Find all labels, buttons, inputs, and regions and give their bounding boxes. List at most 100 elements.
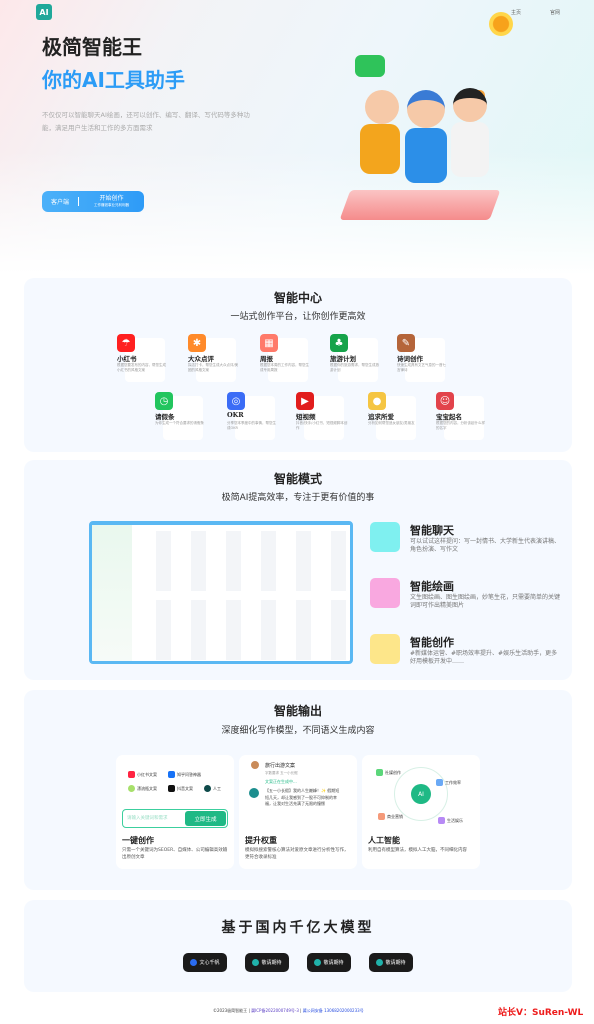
hero-cta: 客户端 开始创作 工作赚钱事业兄利利器	[42, 191, 144, 212]
start-creating-button[interactable]: 开始创作 工作赚钱事业兄利利器	[79, 195, 144, 209]
tool-name: 旅游计划	[330, 355, 356, 363]
section-title: 智能输出	[273, 704, 322, 718]
character-body	[360, 124, 400, 174]
card-title: 一键创作	[122, 836, 154, 845]
chip-douyin[interactable]: 抖音文案	[168, 785, 193, 792]
feature-desc: 文生图绘画、图生图绘画，妙笔生花，只需要简单的关键词即可作出精美图片	[410, 594, 561, 609]
calendar-icon: ▦	[260, 334, 278, 352]
tool-name: 大众点评	[188, 355, 214, 363]
section-title: 智能模式	[273, 472, 322, 486]
icp-link[interactable]: 冀ICP备2022000749号-3	[251, 1008, 299, 1013]
chat-tags: 字数要求 五一小长假	[265, 771, 298, 775]
tool-desc: 为你生成一个符合要求的请假条	[155, 421, 204, 425]
feature-title: 智能聊天	[410, 524, 454, 537]
section-title: 基于国内千亿大模型	[221, 920, 375, 936]
section-title: 智能中心	[273, 291, 322, 305]
hero-illustration	[339, 40, 505, 225]
tool-card[interactable]: ☺ 宝宝起名 根据您的内容，分析该起什么样的名字	[436, 392, 498, 440]
model-badge[interactable]: 敬请期待	[369, 953, 413, 972]
card-desc: 只需一个关键词为SEOER、自媒体、公司编辑高效输出原创文章	[122, 848, 228, 860]
nav-official-site[interactable]: 官网	[550, 9, 560, 16]
chat-bubble-icon	[355, 55, 385, 77]
start-sublabel: 工作赚钱事业兄利利器	[94, 202, 129, 207]
hero-subtitle: 你的AI工具助手	[42, 68, 185, 92]
app-logo[interactable]: AI	[36, 4, 52, 20]
character-body	[451, 122, 489, 177]
generate-button[interactable]: 立即生成	[185, 811, 226, 826]
tool-card[interactable]: ✱ 大众点评 探店打卡，帮您生成大众点评/美团的风格文案	[188, 334, 250, 382]
tool-card[interactable]: ♣ 旅游计划 根据你的旅游需求，帮您生成旅游计划	[330, 334, 392, 382]
chip-xiaohongshu[interactable]: 小红书文案	[128, 771, 157, 778]
ai-avatar	[249, 788, 259, 798]
section-subtitle: 深度细化写作模型，不同语义生成内容	[221, 726, 375, 736]
card-title: 人工智能	[368, 836, 400, 845]
preview-grid	[136, 531, 346, 591]
output-card-one-click: 小红书文案 知乎问答神器 漂流瓶文案 抖音文案 人工 请输入关键词和需求 立即生…	[116, 755, 234, 869]
tool-card[interactable]: ◷ 请假条 为你生成一个符合要求的请假条	[155, 392, 217, 440]
ai-node: 商业营销	[378, 813, 403, 820]
tool-desc: 分析如何帮您追女朋友/男朋友	[368, 421, 415, 425]
tool-name: OKR	[227, 411, 244, 419]
card-desc: 利用自有模型算法，模拟人工大脑，不同细化内容	[368, 848, 467, 853]
tool-card[interactable]: ◎ OKR 分享您本季度中的事情，帮您生成OKR	[227, 392, 289, 440]
tool-desc: 根据您要发布的内容，帮您生成小红书的风格文案	[117, 363, 166, 372]
character-head	[365, 90, 399, 124]
tool-card[interactable]: ☂ 小红书 根据您要发布的内容，帮您生成小红书的风格文案	[117, 334, 179, 382]
watermark: 站长V：SuRen-WL	[498, 1008, 584, 1018]
hero-title: 极简智能王	[42, 35, 142, 59]
chip-zhihu[interactable]: 知乎问答神器	[168, 771, 201, 778]
client-button[interactable]: 客户端	[42, 197, 79, 206]
chat-text: 【五一小长假】我的人生巅峰！✨ 假期短短几天，却让我感到了一股不可抑制的幸福，让…	[265, 788, 340, 806]
chat-status: 文案正在生成中...	[265, 779, 297, 784]
chip-ai[interactable]: 人工	[204, 785, 221, 792]
copyright: ©2023极简智能王	[213, 1008, 248, 1013]
chip-bottle[interactable]: 漂流瓶文案	[128, 785, 157, 792]
character-body	[405, 128, 447, 183]
ai-node: 社媒创作	[376, 769, 401, 776]
tool-desc: 分享您本季度中的事情，帮您生成OKR	[227, 421, 276, 430]
tool-desc: 快速生成具有文艺气息的一首七言律诗	[397, 363, 446, 372]
tool-desc: 根据您的内容，分析该起什么样的名字	[436, 421, 485, 430]
card-title: 提升权重	[245, 836, 277, 845]
preview-sidebar	[92, 525, 132, 661]
tool-name: 追求所爱	[368, 413, 394, 421]
chat-icon	[370, 522, 400, 552]
tool-card[interactable]: ✎ 诗词创作 快速生成具有文艺气息的一首七言律诗	[397, 334, 459, 382]
tool-desc: 抖音/快手/小红书，短视频脚本创作	[296, 421, 348, 430]
keyword-placeholder: 请输入关键词和需求	[127, 816, 168, 821]
character-head	[453, 88, 487, 122]
umbrella-icon: ☂	[117, 334, 135, 352]
person-icon: ✱	[188, 334, 206, 352]
model-badge[interactable]: 敬请期待	[307, 953, 351, 972]
avatar	[251, 761, 259, 769]
sun-icon	[489, 12, 513, 36]
police-link[interactable]: 冀公网安备 13068202000233号	[303, 1008, 364, 1013]
preview-grid	[136, 600, 346, 660]
nav-home[interactable]: 主页	[511, 9, 521, 16]
tool-card[interactable]: ▶ 短视频 抖音/快手/小红书，短视频脚本创作	[296, 392, 358, 440]
palm-icon: ♣	[330, 334, 348, 352]
tool-card[interactable]: ● 追求所爱 分析如何帮您追女朋友/男朋友	[368, 392, 430, 440]
hero-description: 不仅仅可以智能聊天AI绘画，还可以创作、编写、翻译、写代码等多种功能，满足用户生…	[42, 111, 250, 132]
tool-name: 宝宝起名	[436, 413, 462, 421]
tool-name: 请假条	[155, 413, 175, 421]
tool-name: 短视频	[296, 413, 316, 421]
card-desc: 模拟拟搜索警核心算法对爱原文章进行分析性写作，更符合收录标准	[245, 848, 349, 860]
target-icon: ◎	[227, 392, 245, 410]
feature-title: 智能绘画	[410, 580, 454, 593]
start-label: 开始创作	[99, 194, 124, 202]
keyword-input[interactable]: 请输入关键词和需求 立即生成	[122, 809, 228, 828]
creation-icon	[370, 634, 400, 664]
clock-icon: ◷	[155, 392, 173, 410]
feature-desc: 可以试试这样提问：写一封情书、大学新生代表演讲稿、角色扮演、写作文	[410, 538, 561, 553]
model-badge[interactable]: 文心千帆	[183, 953, 227, 972]
output-card-boost: 旅行出游文案 字数要求 五一小长假 文案正在生成中... 【五一小长假】我的人生…	[239, 755, 357, 869]
app-screenshot-preview	[89, 521, 353, 664]
tool-card[interactable]: ▦ 周报 根据您本周的工作内容，帮您生成专用周报	[260, 334, 322, 382]
character-head	[407, 90, 445, 128]
model-badge[interactable]: 敬请期待	[245, 953, 289, 972]
ai-node: 工作效率	[436, 779, 461, 786]
ai-node: 生活娱乐	[438, 817, 463, 824]
tool-desc: 探店打卡，帮您生成大众点评/美团的风格文案	[188, 363, 239, 372]
platform	[339, 190, 501, 220]
